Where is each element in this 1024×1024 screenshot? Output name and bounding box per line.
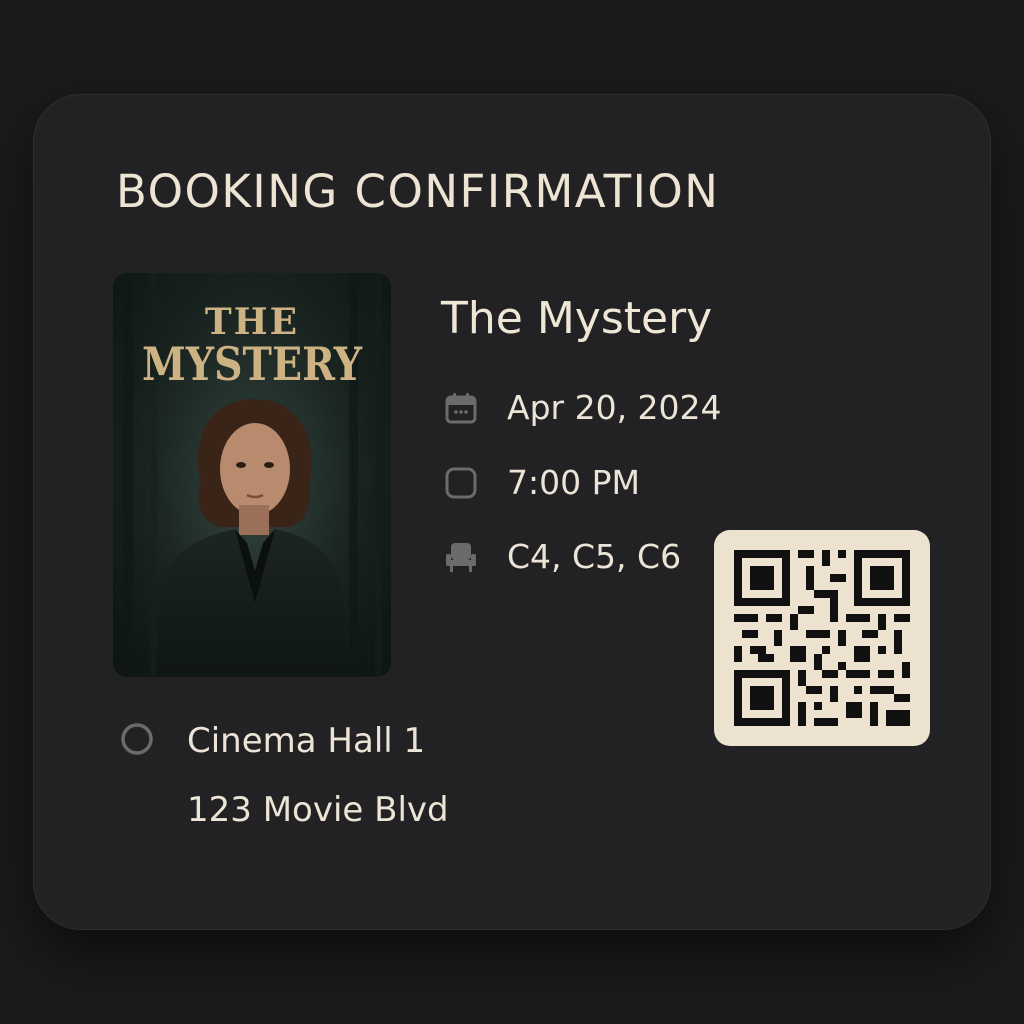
calendar-icon (445, 393, 477, 424)
venue-name: Cinema Hall 1 (187, 721, 426, 761)
booking-time: 7:00 PM (507, 463, 640, 502)
booking-card: BOOKING CONFIRMATION THE MYSTERY The Mys… (33, 94, 991, 930)
location-icon (121, 723, 153, 755)
booking-date: Apr 20, 2024 (507, 388, 722, 427)
qr-code-icon (734, 550, 910, 726)
clock-icon (445, 467, 477, 499)
poster-title-line-2: MYSTERY (141, 337, 363, 391)
movie-poster: THE MYSTERY (113, 273, 391, 677)
seat-icon (446, 543, 476, 572)
movie-title: The Mystery (441, 293, 713, 344)
page-title: BOOKING CONFIRMATION (116, 165, 720, 218)
venue-address: 123 Movie Blvd (187, 790, 449, 830)
qr-code[interactable] (714, 530, 930, 746)
booking-seats: C4, C5, C6 (507, 537, 682, 576)
